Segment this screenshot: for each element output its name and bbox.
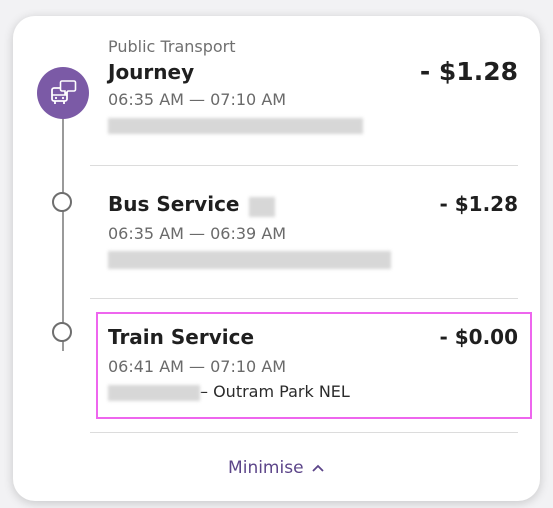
redacted-route (108, 117, 363, 134)
minimise-button[interactable]: Minimise (13, 458, 540, 478)
timeline-line (62, 96, 64, 351)
timeline-node (52, 322, 72, 342)
journey-title: Journey (108, 60, 195, 84)
train-leg-amount: - $0.00 (439, 325, 518, 349)
redacted-station (108, 384, 200, 401)
transit-icon (37, 67, 89, 119)
divider (90, 298, 518, 299)
train-leg-title: Train Service (108, 325, 255, 349)
train-leg-section: Train Service - $0.00 06:41 AM — 07:10 A… (108, 325, 518, 401)
bus-leg-section: Bus Service - $1.28 06:35 AM — 06:39 AM (108, 192, 518, 269)
journey-time: 06:35 AM — 07:10 AM (108, 90, 287, 109)
transit-chat-icon (51, 80, 77, 104)
bus-leg-amount: - $1.28 (439, 192, 518, 216)
timeline-node (52, 192, 72, 212)
chevron-up-icon (312, 464, 324, 472)
journey-category: Public Transport (108, 37, 236, 56)
bus-leg-time: 06:35 AM — 06:39 AM (108, 224, 287, 243)
journey-section: Public Transport Journey - $1.28 06:35 A… (108, 37, 518, 134)
journey-amount: - $1.28 (419, 57, 518, 86)
train-route-end: – Outram Park NEL (200, 382, 350, 401)
redacted-service-number (248, 196, 275, 217)
bus-leg-title: Bus Service (108, 192, 240, 216)
minimise-label: Minimise (228, 458, 304, 478)
divider (90, 432, 518, 433)
train-leg-time: 06:41 AM — 07:10 AM (108, 357, 287, 376)
redacted-route (108, 250, 391, 269)
transaction-detail-card: Public Transport Journey - $1.28 06:35 A… (13, 16, 540, 501)
divider (90, 165, 518, 166)
